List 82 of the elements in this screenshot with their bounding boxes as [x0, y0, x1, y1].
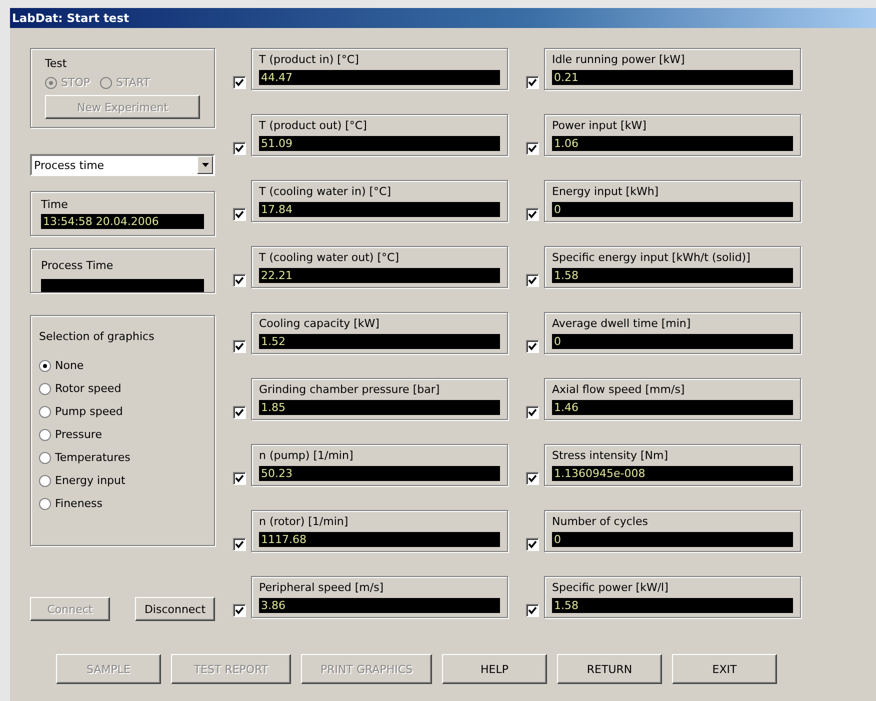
- checkbox[interactable]: [526, 142, 539, 155]
- value-display: 1.46: [552, 400, 793, 415]
- radio-button[interactable]: [39, 382, 51, 394]
- checkbox[interactable]: [526, 472, 539, 485]
- measurement-label: T (product out) [°C]: [259, 119, 368, 132]
- value-display: 1.06: [552, 136, 793, 151]
- radio-label: None: [55, 359, 84, 372]
- measurement-label: Average dwell time [min]: [552, 317, 692, 330]
- value-display: 3.86: [259, 598, 500, 613]
- dropdown[interactable]: Process time: [30, 154, 215, 176]
- measurement-label: Number of cycles: [552, 515, 649, 528]
- connection-button[interactable]: Disconnect: [135, 597, 215, 621]
- value-display: 0.21: [552, 70, 793, 85]
- measurement-label: Idle running power [kW]: [552, 53, 686, 66]
- checkbox[interactable]: [526, 538, 539, 551]
- measurement-label: Stress intensity [Nm]: [552, 449, 670, 462]
- group-label: Selection of graphics: [39, 330, 156, 343]
- action-button[interactable]: RETURN: [557, 654, 662, 684]
- value-display: 0: [552, 334, 793, 349]
- checkbox[interactable]: [526, 208, 539, 221]
- checkbox[interactable]: [233, 538, 246, 551]
- value-display: 17.84: [259, 202, 500, 217]
- measurement-label: Power input [kW]: [552, 119, 648, 132]
- measurement-label: Grinding chamber pressure [bar]: [259, 383, 441, 396]
- value-display: 51.09: [259, 136, 500, 151]
- measurement-label: T (cooling water out) [°C]: [259, 251, 400, 264]
- value-display: 1.1360945e-008: [552, 466, 793, 481]
- value-display: 0: [552, 532, 793, 547]
- checkbox[interactable]: [233, 604, 246, 617]
- radio-label: Rotor speed: [55, 382, 122, 395]
- checkbox[interactable]: [233, 340, 246, 353]
- action-button[interactable]: HELP: [442, 654, 547, 684]
- checkbox[interactable]: [233, 208, 246, 221]
- checkbox[interactable]: [233, 406, 246, 419]
- radio-button[interactable]: [39, 360, 51, 372]
- radio-label: Fineness: [55, 497, 103, 510]
- checkbox[interactable]: [233, 76, 246, 89]
- checkbox[interactable]: [233, 472, 246, 485]
- group-label: Process Time: [41, 259, 114, 272]
- measurement-label: n (pump) [1/min]: [259, 449, 354, 462]
- radio-button[interactable]: [39, 474, 51, 486]
- radio-label: Energy input: [55, 474, 126, 487]
- value-display: 1.85: [259, 400, 500, 415]
- value-display: 44.47: [259, 70, 500, 85]
- measurement-label: Specific power [kW/l]: [552, 581, 670, 594]
- value-display: 1.52: [259, 334, 500, 349]
- measurement-label: Energy input [kWh]: [552, 185, 660, 198]
- dropdown-arrow-icon: [202, 163, 208, 167]
- value-display: 0: [552, 202, 793, 217]
- measurement-label: Axial flow speed [mm/s]: [552, 383, 686, 396]
- value-display: 22.21: [259, 268, 500, 283]
- action-button[interactable]: EXIT: [672, 654, 777, 684]
- value-display: 13:54:58 20.04.2006: [41, 214, 204, 229]
- checkbox[interactable]: [233, 274, 246, 287]
- radio-button[interactable]: [39, 498, 51, 510]
- measurement-label: Specific energy input [kWh/t (solid)]: [552, 251, 752, 264]
- checkbox[interactable]: [526, 76, 539, 89]
- value-display: 1117.68: [259, 532, 500, 547]
- radio-button[interactable]: [39, 452, 51, 464]
- checkbox[interactable]: [233, 142, 246, 155]
- measurement-label: n (rotor) [1/min]: [259, 515, 350, 528]
- checkbox[interactable]: [526, 340, 539, 353]
- radio-label: STOP: [61, 76, 90, 89]
- checkbox[interactable]: [526, 406, 539, 419]
- measurement-label: Peripheral speed [m/s]: [259, 581, 385, 594]
- checkbox[interactable]: [526, 274, 539, 287]
- group-label: Time: [41, 198, 69, 211]
- measurement-label: T (product in) [°C]: [259, 53, 360, 66]
- measurement-label: T (cooling water in) [°C]: [259, 185, 392, 198]
- group-label: Test: [45, 57, 68, 70]
- value-display: 1.58: [552, 598, 793, 613]
- radio-label: Pressure: [55, 428, 102, 441]
- radio-label: START: [116, 76, 150, 89]
- measurement-label: Cooling capacity [kW]: [259, 317, 380, 330]
- radio-label: Temperatures: [55, 451, 130, 464]
- value-display: 1.58: [552, 268, 793, 283]
- checkbox[interactable]: [526, 604, 539, 617]
- radio-button[interactable]: [39, 428, 51, 440]
- value-display: 50.23: [259, 466, 500, 481]
- radio-button[interactable]: [39, 406, 51, 418]
- radio-label: Pump speed: [55, 405, 123, 418]
- window-title: LabDat: Start test: [12, 11, 130, 25]
